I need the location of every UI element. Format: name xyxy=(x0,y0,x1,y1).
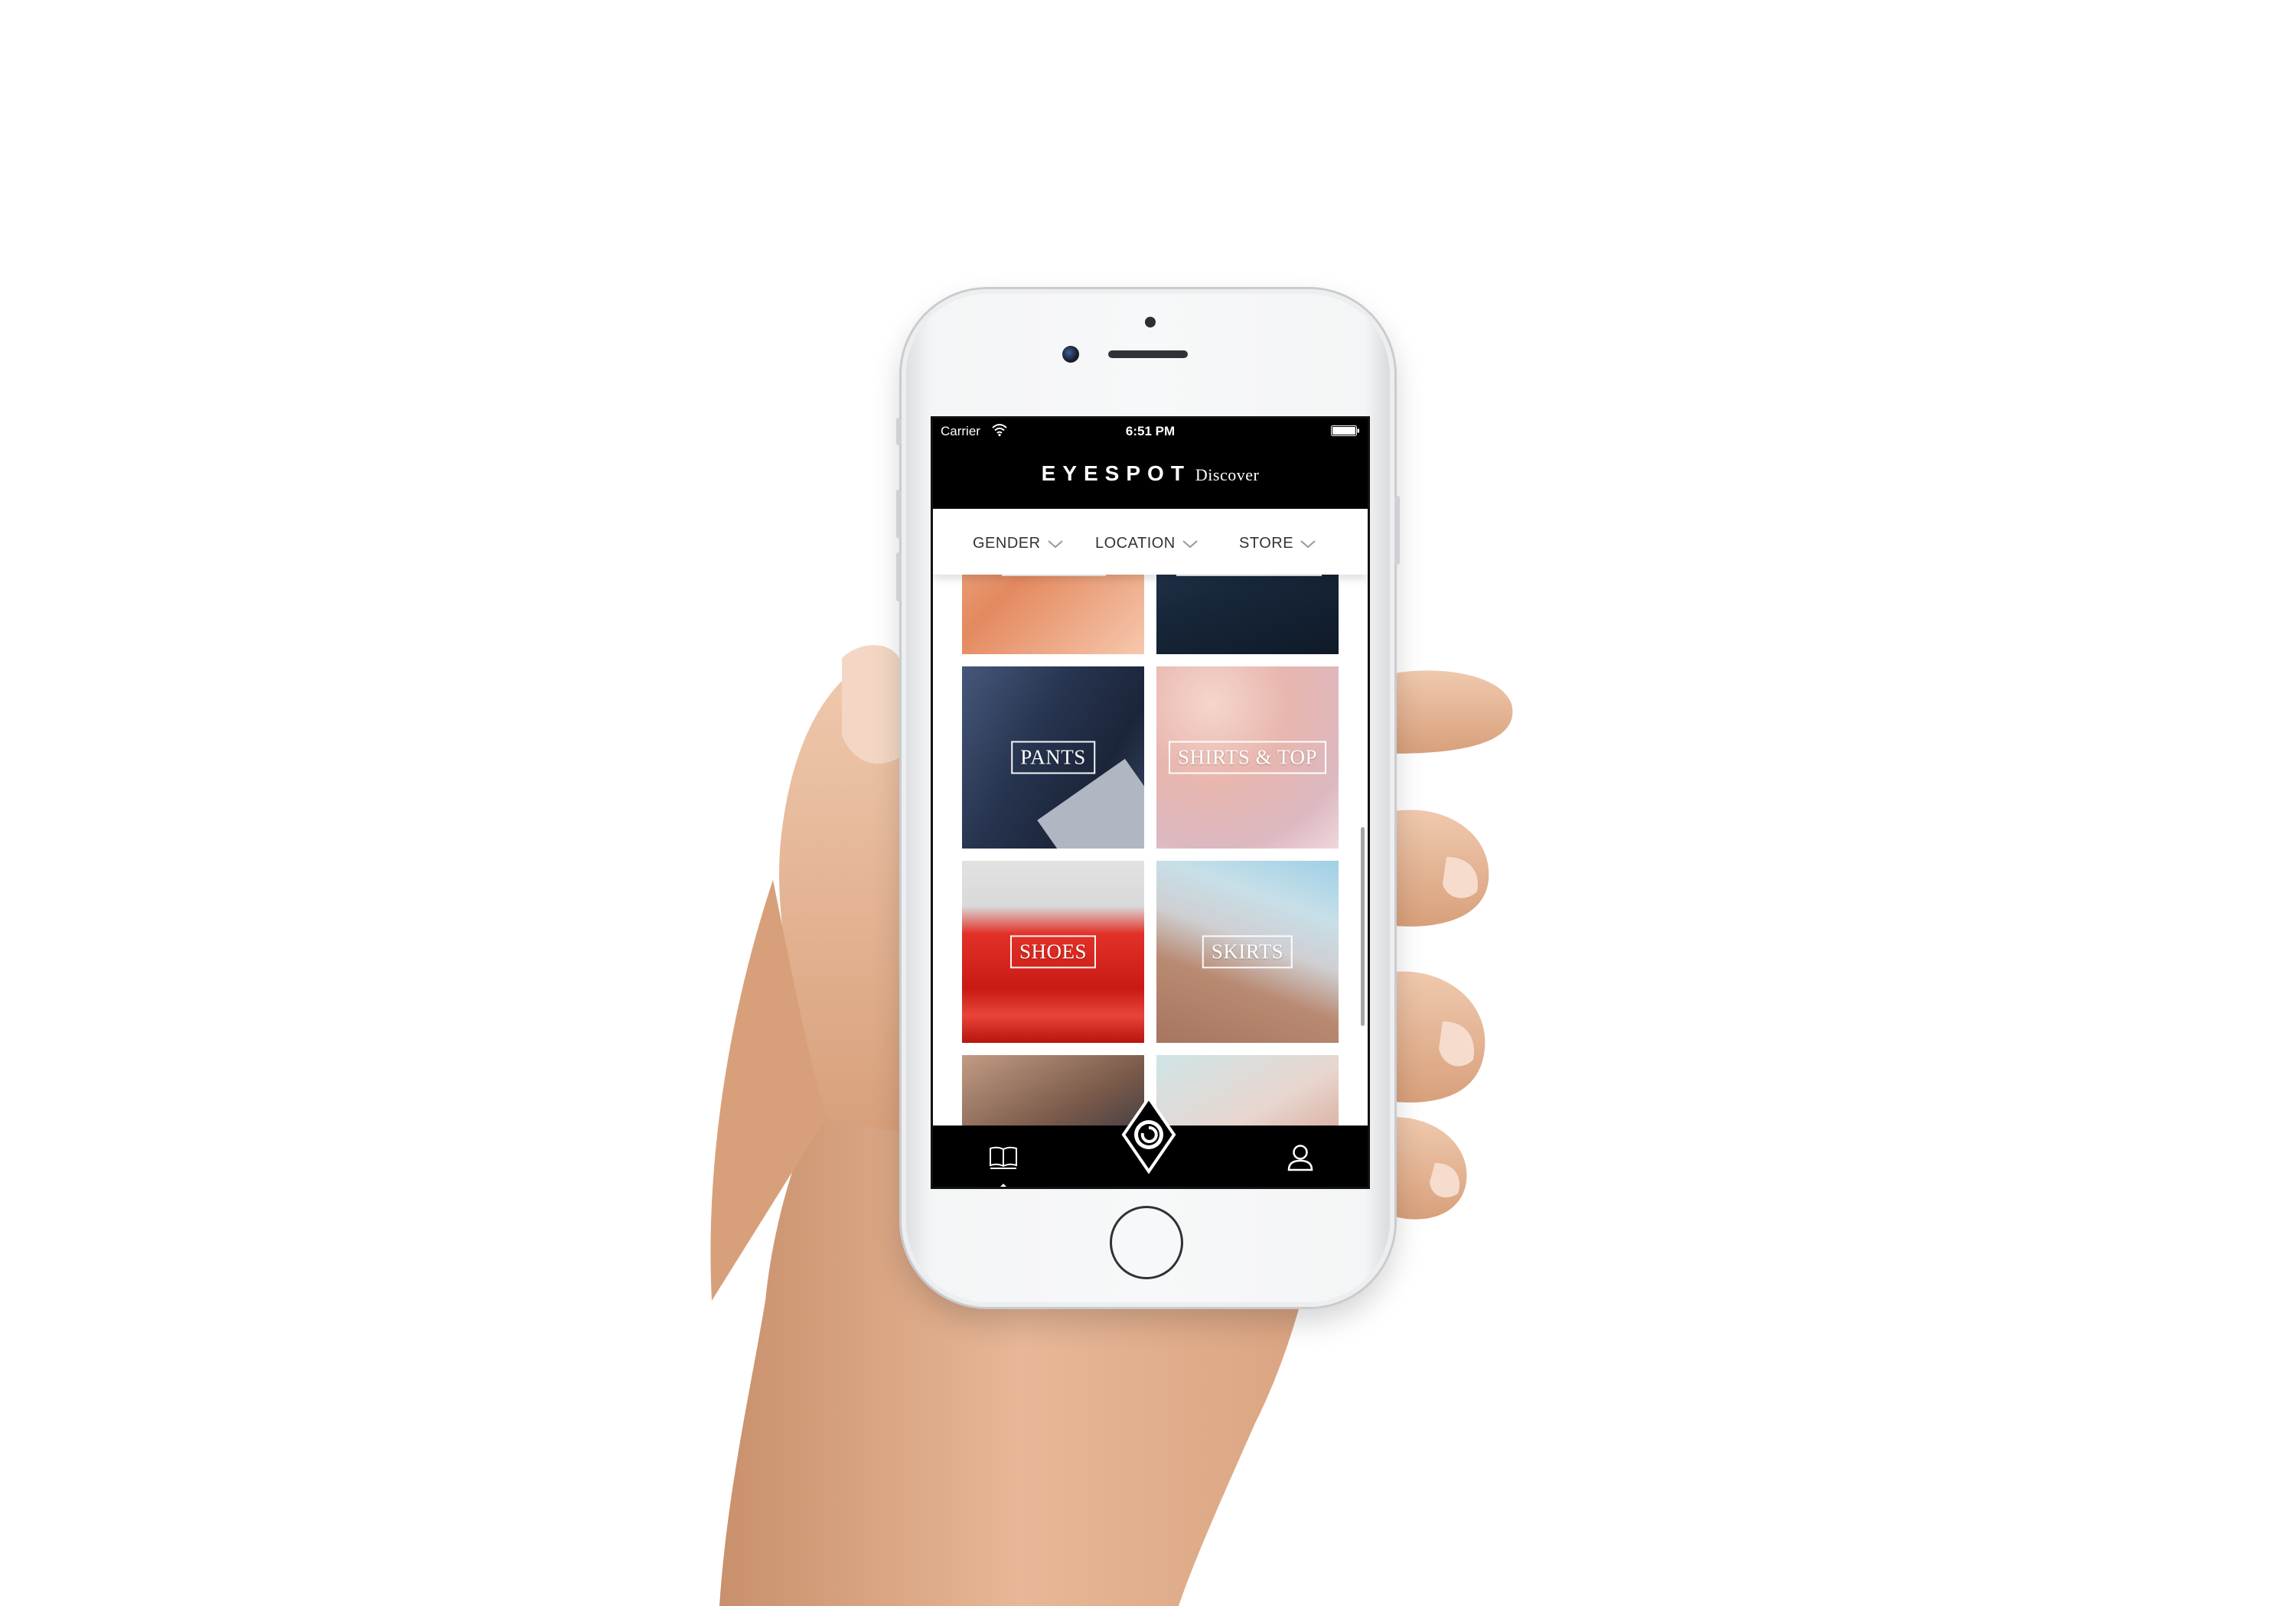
tile-label-frame xyxy=(1176,575,1322,576)
category-tile-partial[interactable] xyxy=(962,575,1144,654)
volume-down-button xyxy=(896,552,902,601)
eyespot-camera-icon[interactable] xyxy=(1120,1095,1177,1176)
store-filter-label: STORE xyxy=(1239,535,1294,552)
category-tile-pants[interactable]: PANTS xyxy=(962,666,1144,849)
navigation-bar: EYESPOT Discover xyxy=(933,445,1368,509)
chevron-down-icon xyxy=(1300,539,1316,548)
category-tile-shirts[interactable]: SHIRTS & TOP xyxy=(1156,666,1339,849)
profile-icon[interactable] xyxy=(1285,1142,1316,1173)
category-tile-partial[interactable] xyxy=(962,1055,1144,1126)
chevron-down-icon xyxy=(1047,539,1063,548)
filter-bar: GENDER LOCATION STORE xyxy=(933,509,1368,575)
category-label: SHOES xyxy=(1009,935,1097,969)
active-tab-indicator xyxy=(996,1184,1011,1187)
category-grid[interactable]: PANTS SHIRTS & TOP SHOES SKIRTS xyxy=(933,575,1368,1126)
volume-up-button xyxy=(896,490,902,539)
gender-filter[interactable]: GENDER xyxy=(973,535,1064,552)
app-screen: Carrier 6:51 PM EYESPOT Discover GENDER … xyxy=(931,416,1370,1189)
tab-bar xyxy=(933,1095,1368,1187)
category-tile-partial[interactable] xyxy=(1156,1055,1339,1126)
proximity-sensor xyxy=(1145,317,1156,327)
phone-device: Carrier 6:51 PM EYESPOT Discover GENDER … xyxy=(896,289,1400,1307)
battery-icon xyxy=(1331,425,1359,436)
open-book-icon[interactable] xyxy=(988,1144,1019,1170)
page-title: Discover xyxy=(1195,465,1260,484)
scrollbar[interactable] xyxy=(1361,827,1365,1026)
earpiece-speaker xyxy=(1108,350,1188,358)
home-button[interactable] xyxy=(1110,1206,1183,1279)
location-filter-label: LOCATION xyxy=(1095,535,1176,552)
category-label: SHIRTS & TOP xyxy=(1169,741,1326,774)
chevron-down-icon xyxy=(1182,539,1198,548)
location-filter[interactable]: LOCATION xyxy=(1095,535,1199,552)
category-label: SKIRTS xyxy=(1202,935,1293,969)
power-button xyxy=(1394,496,1400,565)
store-filter[interactable]: STORE xyxy=(1239,535,1316,552)
category-tile-skirts[interactable]: SKIRTS xyxy=(1156,861,1339,1043)
mute-switch xyxy=(896,418,902,445)
category-tile-shoes[interactable]: SHOES xyxy=(962,861,1144,1043)
brand-logo: EYESPOT xyxy=(1041,461,1191,485)
app-brand: EYESPOT Discover xyxy=(933,461,1368,486)
status-bar: Carrier 6:51 PM xyxy=(933,419,1368,445)
category-tile-partial[interactable] xyxy=(1156,575,1339,654)
gender-filter-label: GENDER xyxy=(973,535,1041,552)
tile-label-frame xyxy=(1002,575,1106,576)
category-label: PANTS xyxy=(1011,741,1095,774)
clock-time: 6:51 PM xyxy=(1125,424,1176,438)
front-camera-icon xyxy=(1062,346,1079,363)
